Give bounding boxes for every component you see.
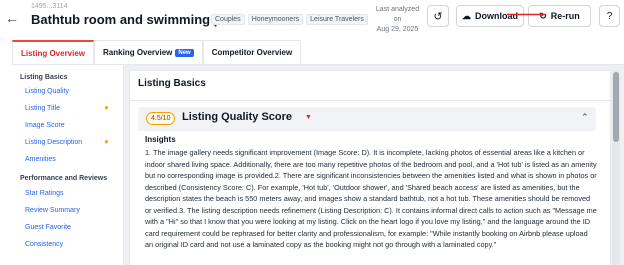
lightbulb-icon: ● [104,137,109,146]
download-button[interactable]: ☁ Download [456,5,524,27]
card-title: Listing Quality Score [182,111,293,123]
score-badge: 4.5/10 [146,112,176,125]
listing-id: 1495...3114 [31,3,68,10]
new-badge: New [175,48,194,57]
content-panel: Listing Basics 4.5/10 Listing Quality Sc… [129,70,611,265]
cloud-download-icon: ☁ [462,10,471,21]
tab-label: Competitor Overview [211,48,293,57]
history-button[interactable]: ↺ [427,5,449,27]
sidebar-section-listing-basics: Listing Basics [20,74,68,81]
sidebar-item-amenities[interactable]: Amenities [25,156,56,163]
tag-honeymooners: Honeymooners [247,14,304,25]
page-title: Bathtub room and swimming pool [31,12,242,27]
tab-competitor-overview[interactable]: Competitor Overview [202,40,302,64]
sidebar-item-listing-title[interactable]: Listing Title [25,105,60,112]
tag-list: Couples Honeymooners Leisure Travelers [211,14,368,25]
last-analyzed: Last analyzed on Aug 29, 2025 [374,5,421,35]
insights-title: Insights [145,135,176,144]
lightbulb-icon: ● [104,103,109,112]
annotation-arrow [507,13,547,16]
help-button[interactable]: ? [599,5,620,27]
rerun-label: Re-run [550,11,580,21]
last-analyzed-label: Last analyzed on [375,6,420,23]
tab-ranking-overview[interactable]: Ranking Overview New [94,40,203,64]
tag-leisure-travelers: Leisure Travelers [306,14,368,25]
sidebar-section-performance: Performance and Reviews [20,175,108,182]
sidebar-item-consistency[interactable]: Consistency [25,241,63,248]
header: ← 1495...3114 Bathtub room and swimming … [0,0,624,36]
quality-score-card-header[interactable]: 4.5/10 Listing Quality Score ▼ ⌃ [138,107,596,131]
insights-text: 1. The image gallery needs significant i… [145,148,597,249]
scrollbar-thumb[interactable] [613,72,619,142]
tab-label: Ranking Overview [103,48,173,57]
section-title: Listing Basics [138,78,206,89]
caret-down-icon: ▼ [305,114,312,121]
help-icon: ? [606,10,613,22]
chevron-up-icon[interactable]: ⌃ [581,112,589,123]
rerun-button[interactable]: ↻ Re-run [528,5,591,27]
tab-listing-overview[interactable]: Listing Overview [12,40,95,64]
sidebar-item-guest-favorite[interactable]: Guest Favorite [25,224,71,231]
sidebar: Listing Basics Listing Quality Listing T… [12,65,124,265]
scrollbar[interactable] [612,70,620,265]
last-analyzed-date: Aug 29, 2025 [376,26,419,33]
tag-couples: Couples [211,14,245,25]
back-arrow-icon[interactable]: ← [5,11,19,25]
sidebar-item-listing-quality[interactable]: Listing Quality [25,88,69,95]
main-content: Listing Basics 4.5/10 Listing Quality Sc… [124,65,624,265]
history-icon: ↺ [433,10,443,23]
tab-label: Listing Overview [21,48,86,58]
sidebar-item-listing-description[interactable]: Listing Description [25,139,82,146]
tab-bar: Listing Overview Ranking Overview New Co… [12,40,302,64]
sidebar-item-image-score[interactable]: Image Score [25,122,65,129]
sidebar-item-review-summary[interactable]: Review Summary [25,207,80,214]
sidebar-item-star-ratings[interactable]: Star Ratings [25,190,64,197]
section-divider [130,100,610,101]
